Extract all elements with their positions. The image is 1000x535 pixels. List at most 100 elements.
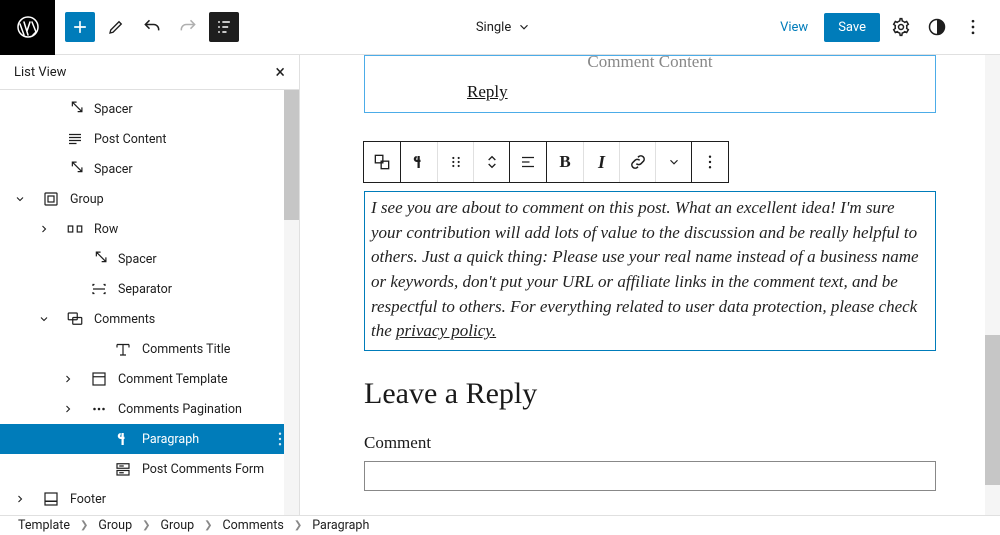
breadcrumb: Template ❯ Group ❯ Group ❯ Comments ❯ Paragraph — [0, 515, 1000, 535]
tree-node-footer[interactable]: Footer — [0, 484, 299, 514]
tree-node-label: Comments — [94, 312, 289, 327]
reply-link[interactable]: Reply — [365, 82, 935, 102]
tree-node-label: Row — [94, 222, 289, 237]
view-link[interactable]: View — [770, 14, 818, 41]
tree-node-label: Separator — [118, 282, 289, 297]
spacer-icon — [64, 160, 86, 178]
toggle-icon[interactable] — [32, 313, 56, 325]
toggle-icon[interactable] — [8, 493, 32, 505]
separator-icon — [88, 280, 110, 298]
wp-logo[interactable] — [0, 0, 55, 55]
comment-textarea[interactable] — [364, 461, 936, 491]
comment-content-placeholder: Comment Content — [365, 55, 935, 72]
tree-node-spacer3[interactable]: Spacer — [0, 244, 299, 274]
content-icon — [64, 130, 86, 148]
tree-node-comments[interactable]: Comments — [0, 304, 299, 334]
tree-node-group1[interactable]: Group — [0, 184, 299, 214]
pcform-icon — [112, 460, 134, 478]
breadcrumb-item[interactable]: Group — [160, 518, 194, 533]
comment-field-label: Comment — [364, 433, 936, 453]
comments-icon — [64, 310, 86, 328]
tree-node-options[interactable] — [271, 430, 289, 448]
chevron-down-icon — [517, 20, 531, 34]
group-icon — [40, 190, 62, 208]
save-button[interactable]: Save — [824, 13, 880, 42]
tree-node-label: Spacer — [94, 102, 289, 117]
toggle-icon[interactable] — [56, 373, 80, 385]
tree-node-paragraph[interactable]: Paragraph — [0, 424, 299, 454]
panel-header: List View × — [0, 55, 299, 90]
spacer-icon — [88, 250, 110, 268]
redo-button[interactable] — [173, 12, 203, 42]
breadcrumb-item[interactable]: Paragraph — [312, 518, 369, 533]
tree-node-postcontent[interactable]: Post Content — [0, 124, 299, 154]
tree-node-postcommentsform[interactable]: Post Comments Form — [0, 454, 299, 484]
tree-node-commenttemplate[interactable]: Comment Template — [0, 364, 299, 394]
paragraph-block[interactable]: I see you are about to comment on this p… — [364, 191, 936, 351]
breadcrumb-item[interactable]: Comments — [223, 518, 284, 533]
panel-title: List View — [14, 65, 66, 80]
breadcrumb-separator-icon: ❯ — [204, 520, 212, 531]
block-type-button[interactable] — [401, 142, 437, 182]
main-area: List View × Spacer Post Content Spacer Grou… — [0, 55, 1000, 515]
undo-button[interactable] — [137, 12, 167, 42]
list-view-button[interactable] — [209, 12, 239, 42]
row-icon — [64, 220, 86, 238]
breadcrumb-separator-icon: ❯ — [80, 520, 88, 531]
tree-node-label: Paragraph — [142, 432, 263, 447]
link-button[interactable] — [619, 142, 655, 182]
move-buttons[interactable] — [473, 142, 509, 182]
tree-node-separator[interactable]: Separator — [0, 274, 299, 304]
breadcrumb-item[interactable]: Template — [18, 518, 70, 533]
tree-node-label: Spacer — [118, 252, 289, 267]
tree-node-label: Comments Title — [142, 342, 289, 357]
toggle-icon[interactable] — [8, 193, 32, 205]
tree-node-label: Comment Template — [118, 372, 289, 387]
toggle-icon[interactable] — [32, 223, 56, 235]
tree-scrollbar-thumb[interactable] — [284, 90, 299, 220]
tree-node-commentstitle[interactable]: Comments Title — [0, 334, 299, 364]
comment-block-outline[interactable]: Comment Content Reply — [364, 55, 936, 113]
italic-button[interactable]: I — [583, 142, 619, 182]
block-tree: Spacer Post Content Spacer Group Row Spacer Se… — [0, 90, 299, 515]
block-options-button[interactable] — [692, 142, 728, 182]
drag-handle[interactable] — [437, 142, 473, 182]
breadcrumb-separator-icon: ❯ — [142, 520, 150, 531]
align-button[interactable] — [510, 142, 546, 182]
toolbar-right: View Save — [758, 12, 1000, 42]
settings-button[interactable] — [886, 12, 916, 42]
tree-node-label: Post Content — [94, 132, 289, 147]
tree-node-label: Spacer — [94, 162, 289, 177]
tree-node-spacer2[interactable]: Spacer — [0, 154, 299, 184]
list-view-panel: List View × Spacer Post Content Spacer Grou… — [0, 55, 300, 515]
ctitle-icon — [112, 340, 134, 358]
block-toolbar: s — [364, 141, 936, 183]
canvas-scrollbar-thumb[interactable] — [985, 335, 1000, 485]
spacer-icon — [64, 100, 86, 118]
more-formatting-button[interactable] — [655, 142, 691, 182]
tree-node-label: Footer — [70, 492, 289, 507]
styles-button[interactable] — [922, 12, 952, 42]
breadcrumb-separator-icon: ❯ — [294, 520, 302, 531]
tree-node-spacer1[interactable]: Spacer — [0, 94, 299, 124]
toggle-icon[interactable] — [56, 403, 80, 415]
bold-button[interactable]: B — [547, 142, 583, 182]
options-button[interactable] — [958, 12, 988, 42]
leave-reply-heading: Leave a Reply — [364, 377, 936, 411]
template-selector[interactable]: Single — [249, 20, 758, 35]
tree-node-row[interactable]: Row — [0, 214, 299, 244]
paragraph-text: I see you are about to comment on this p… — [371, 198, 919, 340]
privacy-policy-link[interactable]: privacy policy. — [396, 321, 496, 340]
tree-node-label: Post Comments Form — [142, 462, 289, 477]
top-toolbar: Single View Save — [0, 0, 1000, 55]
ctemplate-icon — [88, 370, 110, 388]
parent-block-button[interactable] — [364, 142, 400, 182]
tree-node-label: Group — [70, 192, 289, 207]
editor-canvas: Comment Content Reply s — [300, 55, 1000, 515]
footer-icon — [40, 490, 62, 508]
add-block-button[interactable] — [65, 12, 95, 42]
edit-button[interactable] — [101, 12, 131, 42]
panel-close-button[interactable]: × — [275, 62, 285, 83]
tree-node-commentspag[interactable]: Comments Pagination — [0, 394, 299, 424]
breadcrumb-item[interactable]: Group — [98, 518, 132, 533]
